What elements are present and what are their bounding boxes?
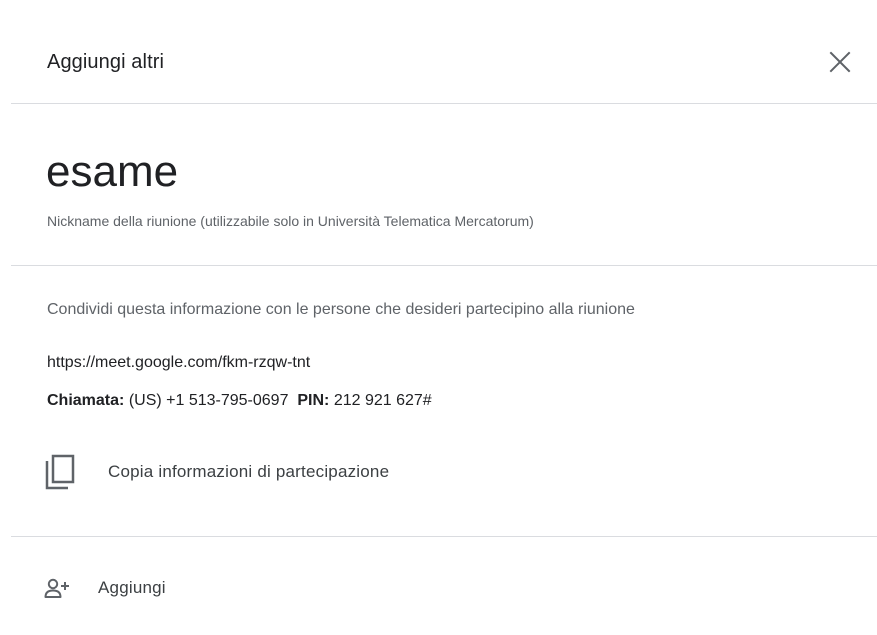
- add-people-button[interactable]: Aggiungi: [40, 568, 240, 608]
- dial-number: (US) +1 513-795-0697: [128, 392, 289, 409]
- copy-join-info-label: Copia informazioni di partecipazione: [108, 462, 390, 481]
- header-divider: [11, 103, 877, 104]
- copy-join-info-button[interactable]: Copia informazioni di partecipazione: [40, 448, 520, 496]
- dialog-header: Aggiungi altri: [0, 0, 877, 104]
- copy-icon: [40, 452, 80, 492]
- actions-divider: [11, 536, 877, 537]
- person-add-icon: [40, 571, 74, 605]
- add-people-label: Aggiungi: [98, 578, 166, 597]
- dialog-title: Aggiungi altri: [47, 51, 165, 73]
- dial-in-info: Chiamata: (US) +1 513-795-0697 PIN: 212 …: [47, 390, 432, 412]
- nickname-caption: Nickname della riunione (utilizzabile so…: [47, 213, 534, 229]
- add-others-dialog: Aggiungi altri esame Nickname della riun…: [0, 0, 877, 635]
- dial-label: Chiamata:: [47, 392, 125, 409]
- pin-value: 212 921 627#: [333, 392, 432, 409]
- meeting-nickname: esame: [46, 147, 179, 196]
- close-icon: [829, 51, 851, 73]
- close-button[interactable]: [822, 44, 858, 80]
- nickname-divider: [11, 265, 877, 266]
- share-hint: Condividi questa informazione con le per…: [47, 301, 635, 318]
- pin-label: PIN:: [297, 392, 330, 409]
- meeting-link[interactable]: https://meet.google.com/fkm-rzqw-tnt: [47, 352, 310, 374]
